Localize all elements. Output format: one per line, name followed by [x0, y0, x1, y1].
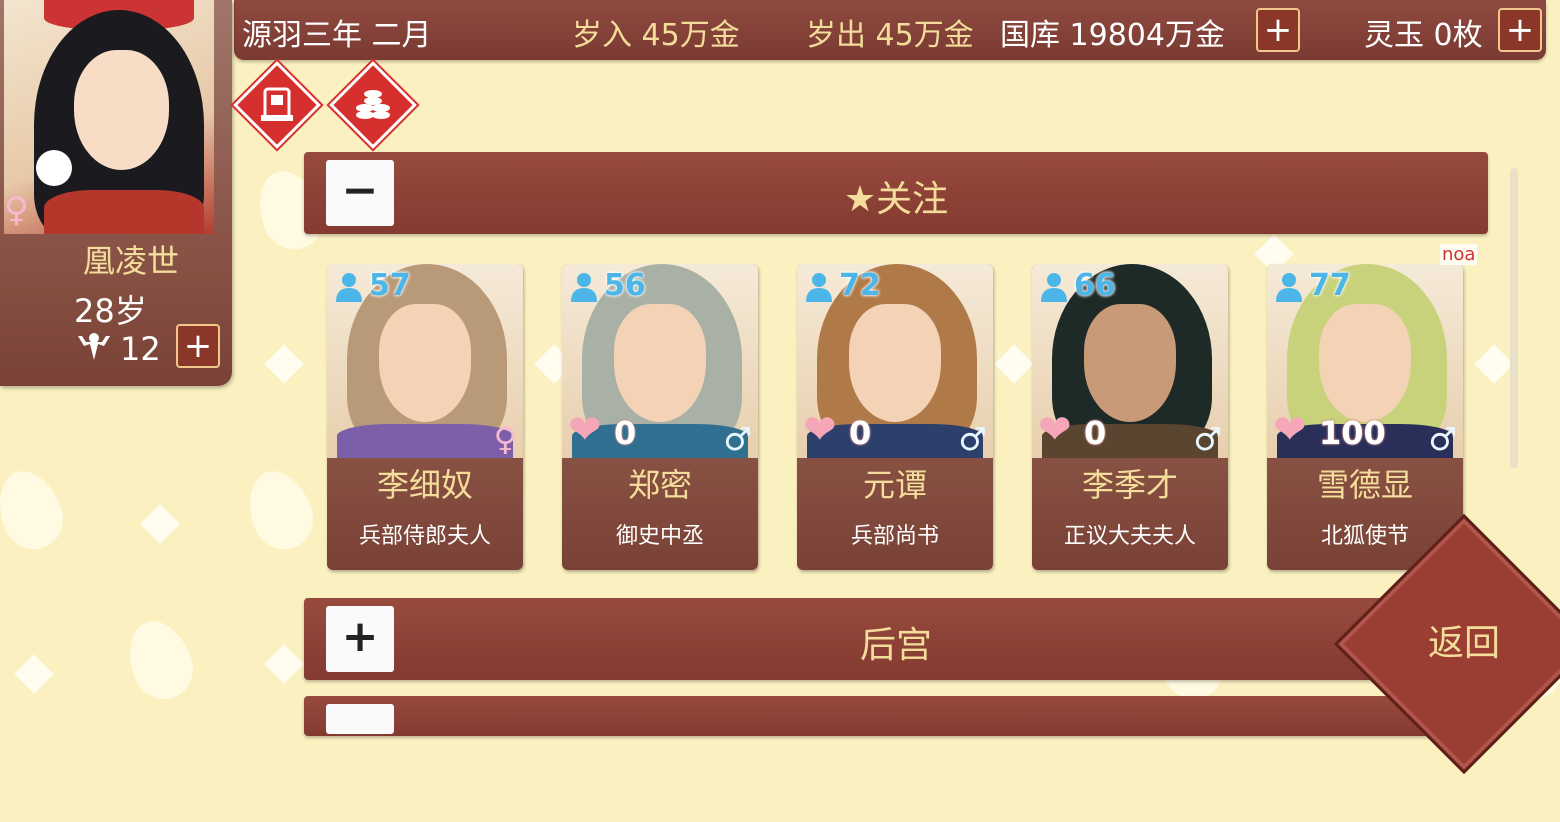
- male-icon: ♂: [1193, 420, 1222, 458]
- character-card[interactable]: 56 ❤ 0 ♂ 郑密 御史中丞: [562, 264, 758, 570]
- person-stat-icon: [571, 272, 597, 302]
- add-jade-button[interactable]: +: [1498, 8, 1542, 52]
- ability-stat: 66: [1038, 268, 1116, 303]
- player-panel[interactable]: ♀ 凰凌世 28岁 12 +: [0, 0, 232, 386]
- status-dot: [36, 150, 72, 186]
- player-portrait[interactable]: [4, 0, 214, 234]
- female-icon: ♀: [4, 190, 29, 230]
- throne-button[interactable]: [233, 61, 321, 149]
- next-section-header[interactable]: [304, 696, 1488, 736]
- character-card[interactable]: 72 ❤ 0 ♂ 元谭 兵部尚书: [797, 264, 993, 570]
- female-icon: ♀: [493, 420, 517, 458]
- expand-section-button[interactable]: [326, 704, 394, 734]
- person-stat-icon: [1041, 272, 1067, 302]
- character-card[interactable]: 57 ♀ 李细奴 兵部侍郎夫人: [327, 264, 523, 570]
- return-label: 返回: [1427, 623, 1500, 664]
- male-icon: ♂: [1428, 420, 1457, 458]
- harem-section-header[interactable]: + 后宫: [304, 598, 1488, 680]
- heart-icon: ❤: [1273, 407, 1307, 453]
- character-title: 御史中丞: [615, 524, 704, 549]
- treasury-coins-button[interactable]: [329, 61, 417, 149]
- character-card[interactable]: 77 ❤ 100 ♂ 雪德显 北狐使节: [1267, 264, 1463, 570]
- coins-icon: [345, 77, 401, 133]
- favor-value: 100: [1319, 414, 1386, 452]
- treasury-amount: 国库 19804万金: [1000, 18, 1225, 53]
- player-age: 28岁: [74, 292, 147, 330]
- favor-value: 0: [849, 414, 872, 452]
- add-stamina-button[interactable]: +: [176, 324, 220, 368]
- add-treasury-button[interactable]: +: [1256, 8, 1300, 52]
- jade-amount: 灵玉 0枚: [1364, 18, 1483, 53]
- character-title: 兵部尚书: [850, 524, 939, 549]
- favorites-section-header[interactable]: − ★关注: [304, 152, 1488, 234]
- resource-bar: 源羽三年 二月 岁入 45万金 岁出 45万金 国库 19804万金 + 灵玉 …: [234, 0, 1546, 60]
- annual-income: 岁入 45万金: [572, 18, 740, 53]
- list-scrollbar[interactable]: [1510, 168, 1518, 468]
- heart-icon: ❤: [1038, 407, 1072, 453]
- throne-icon: [249, 77, 305, 133]
- character-name: 雪德显: [1316, 466, 1413, 504]
- character-name: 李细奴: [376, 466, 473, 504]
- character-name: 元谭: [862, 466, 927, 504]
- character-name: 郑密: [627, 466, 692, 504]
- person-stat-icon: [1276, 272, 1302, 302]
- ability-stat: 57: [333, 268, 411, 303]
- strength-icon: [78, 333, 110, 360]
- heart-icon: ❤: [803, 407, 837, 453]
- game-date: 源羽三年 二月: [242, 18, 432, 53]
- ability-stat: 56: [568, 268, 646, 303]
- character-card[interactable]: 66 ❤ 0 ♂ 李季才 正议大夫夫人: [1032, 264, 1228, 570]
- heart-icon: ❤: [568, 407, 602, 453]
- favorites-title: ★关注: [843, 179, 949, 220]
- character-title: 正议大夫夫人: [1063, 524, 1196, 549]
- player-stamina: 12: [120, 330, 161, 368]
- favor-value: 0: [1084, 414, 1107, 452]
- character-name: 李季才: [1081, 466, 1178, 504]
- ability-stat: 72: [803, 268, 881, 303]
- annual-expense: 岁出 45万金: [806, 18, 974, 53]
- character-title: 兵部侍郎夫人: [358, 524, 491, 549]
- male-icon: ♂: [723, 420, 752, 458]
- favor-value: 0: [614, 414, 637, 452]
- person-stat-icon: [806, 272, 832, 302]
- player-name: 凰凌世: [82, 242, 179, 280]
- male-icon: ♂: [958, 420, 987, 458]
- harem-title: 后宫: [859, 625, 932, 666]
- ability-stat: 77: [1273, 268, 1351, 303]
- corner-label: noa: [1440, 244, 1478, 265]
- person-stat-icon: [336, 272, 362, 302]
